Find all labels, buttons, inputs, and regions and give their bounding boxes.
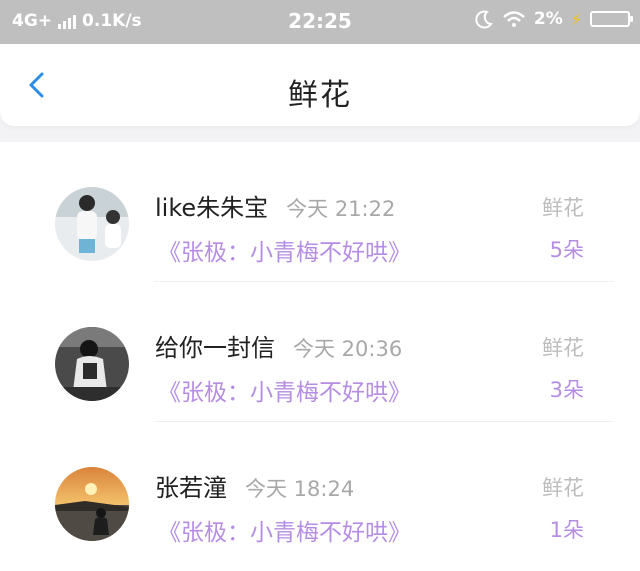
avatar[interactable] (55, 467, 129, 541)
gift-list: like朱朱宝 今天 21:22 《张极：小青梅不好哄》 鲜花 5朵 给你一封信… (0, 142, 640, 571)
gift-type: 鲜花 (542, 196, 584, 220)
avatar[interactable] (55, 327, 129, 401)
list-item[interactable]: 给你一封信 今天 20:36 《张极：小青梅不好哄》 鲜花 3朵 (0, 282, 640, 422)
book-title[interactable]: 《张极：小青梅不好哄》 (158, 373, 411, 407)
moon-icon (475, 10, 493, 29)
wifi-icon (503, 11, 525, 27)
timestamp: 今天 20:36 (293, 337, 403, 361)
timestamp: 今天 18:24 (245, 477, 355, 501)
list-item[interactable]: 张若潼 今天 18:24 《张极：小青梅不好哄》 鲜花 1朵 (0, 422, 640, 562)
charging-icon: ⚡ (570, 9, 582, 29)
user-name: 给你一封信 (155, 334, 275, 362)
user-name: like朱朱宝 (155, 194, 269, 222)
book-title[interactable]: 《张极：小青梅不好哄》 (158, 513, 411, 547)
gift-type: 鲜花 (542, 336, 584, 360)
user-name: 张若潼 (155, 474, 227, 502)
status-bar: 4G+ 0.1K/s 22:25 2% ⚡ (0, 0, 640, 44)
battery-percent: 2% (533, 9, 563, 29)
name-line: 张若潼 今天 18:24 (155, 468, 354, 503)
avatar[interactable] (55, 187, 129, 261)
battery-icon (590, 11, 633, 27)
name-line: 给你一封信 今天 20:36 (155, 328, 402, 363)
book-title[interactable]: 《张极：小青梅不好哄》 (158, 233, 411, 267)
gift-count: 5朵 (549, 238, 584, 262)
list-item[interactable]: like朱朱宝 今天 21:22 《张极：小青梅不好哄》 鲜花 5朵 (0, 142, 640, 282)
timestamp: 今天 21:22 (286, 197, 396, 221)
gift-count: 1朵 (549, 518, 584, 542)
status-bar-right: 2% ⚡ (474, 9, 633, 29)
page-title: 鲜花 (288, 78, 352, 113)
name-line: like朱朱宝 今天 21:22 (155, 188, 395, 223)
gift-type: 鲜花 (542, 476, 584, 500)
nav-header: 鲜花 (0, 44, 640, 126)
gift-count: 3朵 (549, 378, 584, 402)
